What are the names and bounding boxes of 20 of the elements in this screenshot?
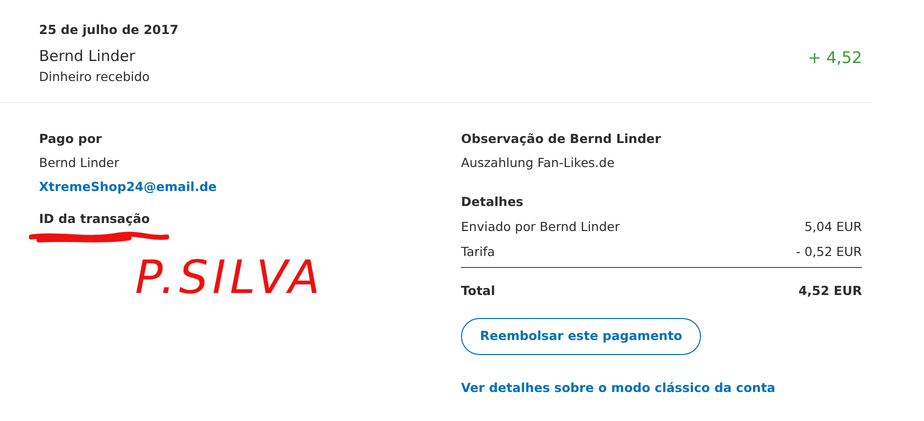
transaction-type: Dinheiro recebido	[39, 68, 151, 86]
section-heading: Detalhes	[461, 193, 524, 211]
detail-label: Tarifa	[461, 243, 495, 261]
transaction-amount: + 4,52	[808, 47, 862, 69]
detail-value: 5,04 EUR	[804, 218, 862, 236]
total-value: 4,52 EUR	[798, 282, 862, 300]
section-heading: Pago por	[39, 130, 103, 148]
email-link[interactable]: XtremeShop24@email.de	[39, 178, 461, 196]
total-label: Total	[461, 282, 496, 300]
note-text: Auszahlung Fan-Likes.de	[461, 154, 616, 172]
transaction-date: 25 de julho de 2017	[39, 21, 178, 39]
sender-name: Bernd Linder	[39, 46, 136, 66]
section-heading: Observação de Bernd Linder	[461, 130, 662, 148]
detail-value: - 0,52 EUR	[796, 243, 862, 261]
payer-name: Bernd Linder	[39, 154, 120, 172]
refund-button[interactable]: Reembolsar este pagamento	[461, 318, 702, 355]
classic-details-link[interactable]: Ver detalhes sobre o modo clássico da conta	[461, 379, 862, 397]
detail-label: Enviado por Bernd Linder	[461, 218, 620, 236]
section-heading: ID da transação	[39, 210, 151, 228]
handwritten-note: P.SILVA	[135, 251, 325, 303]
